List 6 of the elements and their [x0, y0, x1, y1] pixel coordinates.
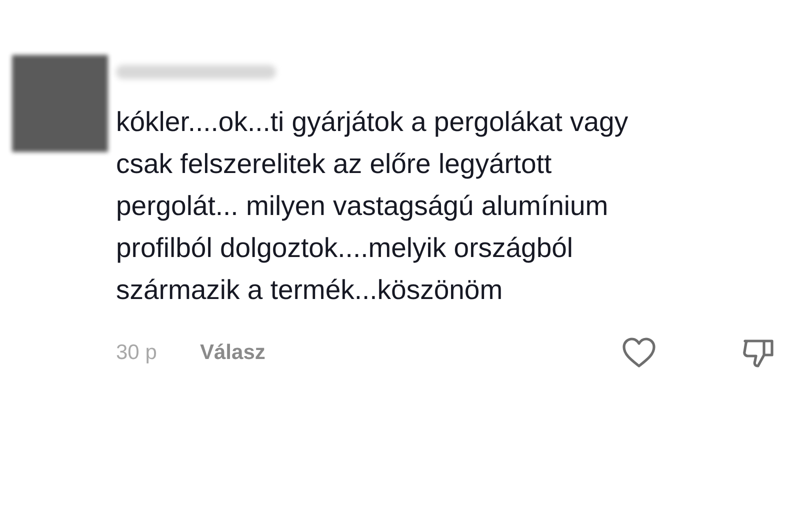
avatar[interactable]: [12, 55, 108, 152]
heart-icon[interactable]: [622, 337, 656, 369]
comment-time: 30 p: [116, 341, 158, 365]
thumbs-down-icon[interactable]: [742, 337, 776, 369]
reply-button[interactable]: Válasz: [200, 341, 266, 365]
comment-text: kókler....ok...ti gyárjátok a pergolákat vagy csak felszerelitek az előre legyártott pergolát... milyen vastagságú alumínium profilból dolgoztok....melyik országból származik a termék...köszönöm: [116, 105, 630, 307]
